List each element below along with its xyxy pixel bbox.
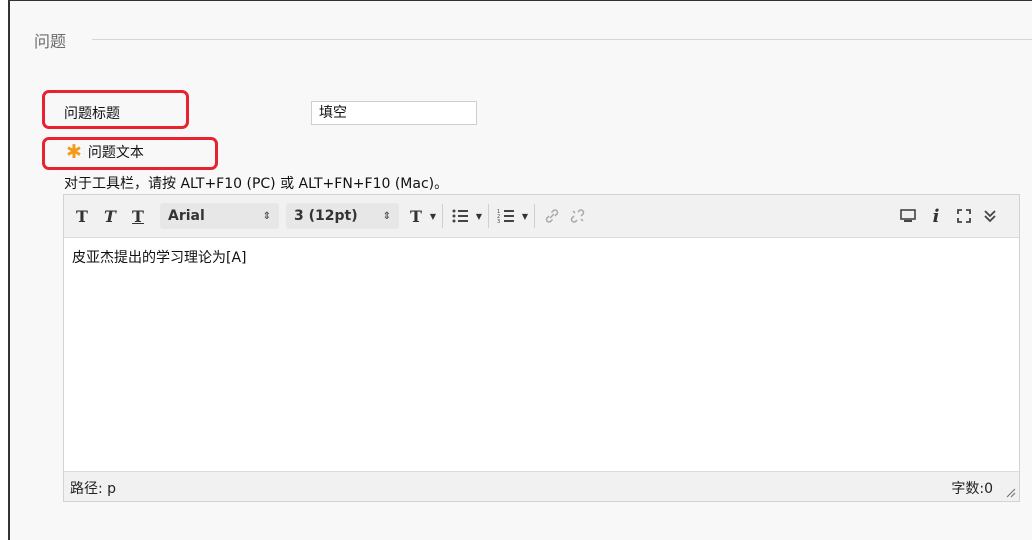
question-text-label-row: ✱ 问题文本	[66, 141, 144, 163]
question-title-label: 问题标题	[64, 106, 120, 122]
editor-toolbar: T T T Arial ⇕ 3 (12pt) ⇕ T ▼ ▼ 123 ▼ i	[64, 195, 1019, 238]
required-icon: ✱	[66, 141, 82, 163]
updown-icon: ⇕	[382, 210, 391, 222]
italic-button[interactable]: T	[98, 203, 122, 229]
question-title-input[interactable]: 填空	[311, 101, 477, 125]
unlink-icon[interactable]	[566, 203, 590, 229]
toolbar-separator	[534, 204, 535, 228]
preview-icon[interactable]	[896, 203, 920, 229]
link-icon[interactable]	[540, 203, 564, 229]
text-color-button[interactable]: T	[404, 203, 428, 229]
svg-text:3: 3	[497, 219, 500, 224]
font-size-value: 3 (12pt)	[294, 208, 358, 224]
bullet-list-dropdown-icon[interactable]: ▼	[474, 203, 484, 229]
element-path: 路径: p	[70, 481, 117, 497]
numbered-list-icon[interactable]: 123	[494, 203, 518, 229]
rich-text-editor: T T T Arial ⇕ 3 (12pt) ⇕ T ▼ ▼ 123 ▼ i 皮…	[63, 194, 1020, 502]
editor-content[interactable]: 皮亚杰提出的学习理论为[A]	[72, 247, 247, 267]
toolbar-separator	[488, 204, 489, 228]
updown-icon: ⇕	[262, 210, 271, 222]
text-color-dropdown-icon[interactable]: ▼	[428, 203, 438, 229]
fieldset-legend: 问题	[34, 32, 67, 51]
bullet-list-icon[interactable]	[448, 203, 472, 229]
toolbar-hint: 对于工具栏，请按 ALT+F10 (PC) 或 ALT+FN+F10 (Mac)…	[64, 176, 449, 192]
font-family-select[interactable]: Arial ⇕	[160, 203, 279, 229]
underline-button[interactable]: T	[126, 203, 150, 229]
info-icon[interactable]: i	[924, 203, 948, 229]
toolbar-separator	[442, 204, 443, 228]
editor-statusbar: 路径: p 字数:0	[64, 471, 1019, 501]
question-text-label: 问题文本	[87, 145, 144, 161]
fullscreen-icon[interactable]	[952, 203, 976, 229]
question-fieldset: 问题 问题标题 填空 ✱ 问题文本 对于工具栏，请按 ALT+F10 (PC) …	[8, 0, 1032, 540]
font-size-select[interactable]: 3 (12pt) ⇕	[286, 203, 399, 229]
word-count: 字数:0	[951, 481, 993, 497]
bold-button[interactable]: T	[70, 203, 94, 229]
double-chevron-down-icon[interactable]	[978, 203, 1002, 229]
legend-divider	[92, 39, 1032, 40]
numbered-list-dropdown-icon[interactable]: ▼	[520, 203, 530, 229]
font-family-value: Arial	[168, 208, 205, 224]
resize-handle-icon[interactable]	[1004, 486, 1016, 498]
